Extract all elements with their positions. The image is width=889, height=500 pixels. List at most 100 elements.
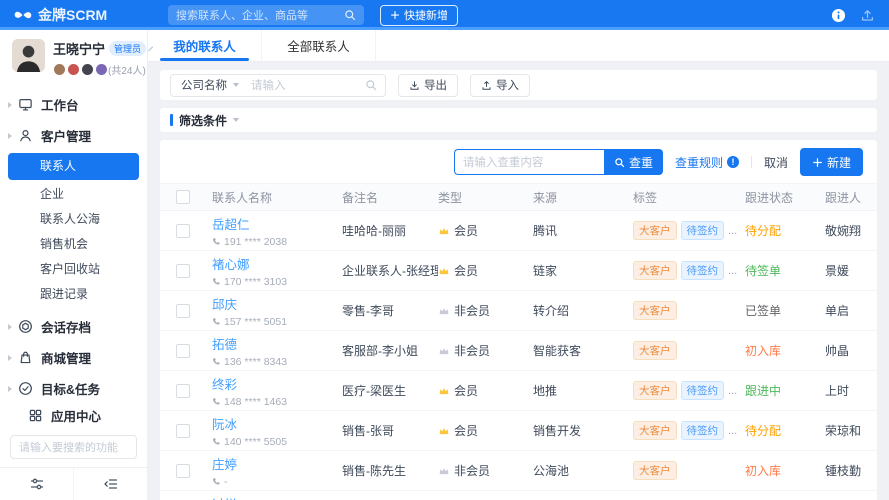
contact-name-link[interactable]: 拓德 xyxy=(212,338,237,352)
help-info-icon[interactable] xyxy=(831,8,846,23)
shopping-bag-icon xyxy=(18,350,33,365)
sidebar-subitem-item[interactable]: 企业 xyxy=(0,182,147,207)
row-checkbox[interactable] xyxy=(176,304,190,318)
filter-conditions-toggle[interactable]: 筛选条件 xyxy=(160,108,877,132)
sidebar-subitem-active[interactable]: 联系人 xyxy=(8,153,139,180)
sidebar-subitem-item[interactable]: 客户回收站 xyxy=(0,257,147,282)
tag-pill: 大客户 xyxy=(633,341,677,360)
upload-icon[interactable] xyxy=(860,8,875,23)
team-member-avatar xyxy=(67,63,80,76)
row-checkbox[interactable] xyxy=(176,344,190,358)
tags-cell: 大客户 xyxy=(633,461,745,480)
tag-pill: 待签约 xyxy=(681,381,725,400)
table-row[interactable]: 终彩148 **** 1463医疗-梁医生会员地推大客户待签约...跟进中上时 xyxy=(160,371,877,411)
contact-name-link[interactable]: 阮冰 xyxy=(212,418,237,432)
field-selector-dropdown[interactable]: 公司名称 xyxy=(171,77,243,93)
expand-arrow-icon xyxy=(8,133,12,139)
main-content: 我的联系人 全部联系人 公司名称 请输入 导出 导入 xyxy=(148,30,889,500)
tag-pill: 大客户 xyxy=(633,221,677,240)
tag-pill: 大客户 xyxy=(633,301,677,320)
sidebar-subitem-item[interactable]: 联系人公海 xyxy=(0,207,147,232)
contact-name-link[interactable]: 终彩 xyxy=(212,378,237,392)
target-check-icon xyxy=(18,381,33,396)
select-all-checkbox[interactable] xyxy=(176,190,190,204)
menu-settings-button[interactable] xyxy=(0,468,73,500)
contact-phone: 170 **** 3103 xyxy=(212,276,342,288)
contact-phone: 140 **** 5505 xyxy=(212,436,342,448)
table-row[interactable]: 过悦132 **** 9637房地产-张会员来源大客户待签约...已签单吉聪媛 xyxy=(160,491,877,500)
remark-name: 客服部-李小姐 xyxy=(342,342,438,359)
member-type: 非会员 xyxy=(438,462,533,479)
search-icon[interactable] xyxy=(365,79,377,91)
remark-name: 医疗-梁医生 xyxy=(342,382,438,399)
follow-status: 待签单 xyxy=(745,262,825,279)
row-checkbox[interactable] xyxy=(176,264,190,278)
import-icon xyxy=(481,80,492,91)
expand-arrow-icon xyxy=(8,102,12,108)
dedupe-check-button[interactable]: 查重 xyxy=(604,149,663,175)
field-search-input[interactable]: 请输入 xyxy=(243,77,365,93)
export-button[interactable]: 导出 xyxy=(398,74,458,97)
contact-phone: - xyxy=(212,476,342,488)
create-new-button[interactable]: 新建 xyxy=(800,148,863,176)
sidebar-item-mall-management[interactable]: 商城管理 xyxy=(0,342,147,373)
tag-pill: 大客户 xyxy=(633,461,677,480)
import-button[interactable]: 导入 xyxy=(470,74,530,97)
dedupe-search-input[interactable]: 请输入查重内容 xyxy=(454,149,604,175)
table-row[interactable]: 邱庆157 **** 5051零售-李哥非会员转介绍大客户已签单单启 xyxy=(160,291,877,331)
source: 腾讯 xyxy=(533,222,633,239)
function-search-input[interactable]: 请输入要搜索的功能 xyxy=(10,435,137,459)
row-checkbox[interactable] xyxy=(176,224,190,238)
source: 公海池 xyxy=(533,462,633,479)
sidebar-subitem-item[interactable]: 跟进记录 xyxy=(0,282,147,307)
tab-all-contacts[interactable]: 全部联系人 xyxy=(262,30,376,61)
member-type: 会员 xyxy=(438,382,533,399)
contact-name-link[interactable]: 岳超仁 xyxy=(212,218,250,232)
sidebar-subitem-item[interactable]: 销售机会 xyxy=(0,232,147,257)
tab-my-contacts[interactable]: 我的联系人 xyxy=(148,30,262,61)
remark-name: 哇哈哈-丽丽 xyxy=(342,222,438,239)
table-row[interactable]: 阮冰140 **** 5505销售-张哥会员销售开发大客户待签约...待分配荣琼… xyxy=(160,411,877,451)
follower: 敬婉翔 xyxy=(825,222,861,239)
quick-add-label: 快捷新增 xyxy=(404,7,448,23)
tags-cell: 大客户 xyxy=(633,301,745,320)
table-row[interactable]: 庄婷-销售-陈先生非会员公海池大客户初入库锺枝勤 xyxy=(160,451,877,491)
table-row[interactable]: 拓德136 **** 8343客服部-李小姐非会员智能获客大客户初入库帅晶 xyxy=(160,331,877,371)
contact-name-link[interactable]: 褚心娜 xyxy=(212,258,250,272)
crown-icon xyxy=(438,305,450,317)
member-type: 会员 xyxy=(438,222,533,239)
row-checkbox[interactable] xyxy=(176,424,190,438)
sidebar-item-conversation-archive[interactable]: 会话存档 xyxy=(0,311,147,342)
workbench-icon xyxy=(18,97,33,112)
archive-box-icon xyxy=(18,319,33,334)
global-search-input[interactable]: 搜索联系人、企业、商品等 xyxy=(168,5,364,25)
logo-icon xyxy=(14,8,32,22)
sidebar-item-app-center[interactable]: 应用中心 xyxy=(0,401,147,429)
contact-name-link[interactable]: 庄婷 xyxy=(212,458,237,472)
contact-name-link[interactable]: 邱庆 xyxy=(212,298,237,312)
follower: 锺枝勤 xyxy=(825,462,861,479)
crown-icon xyxy=(438,345,450,357)
collapse-sidebar-button[interactable] xyxy=(73,468,147,500)
source: 转介绍 xyxy=(533,302,633,319)
sidebar-item-customer-management[interactable]: 客户管理 xyxy=(0,120,147,151)
contact-phone: 191 **** 2038 xyxy=(212,236,342,248)
contact-phone: 157 **** 5051 xyxy=(212,316,342,328)
table-row[interactable]: 岳超仁191 **** 2038哇哈哈-丽丽会员腾讯大客户待签约...待分配敬婉… xyxy=(160,211,877,251)
tags-overflow-ellipsis: ... xyxy=(728,385,737,397)
dedupe-rules-link[interactable]: 查重规则 ! xyxy=(675,154,739,171)
row-checkbox[interactable] xyxy=(176,384,190,398)
user-profile-block[interactable]: 王晓宁宁 管理员 (共24人) xyxy=(0,30,147,81)
sidebar-item-goals-tasks[interactable]: 目标&任务 xyxy=(0,373,147,401)
quick-add-button[interactable]: 快捷新增 xyxy=(380,5,458,26)
sidebar-item-workbench[interactable]: 工作台 xyxy=(0,89,147,120)
follow-status: 待分配 xyxy=(745,422,825,439)
table-header-row: 联系人名称 备注名 类型 来源 标签 跟进状态 跟进人 xyxy=(160,183,877,211)
chevron-down-icon xyxy=(233,83,239,87)
tag-pill: 待签约 xyxy=(681,221,725,240)
table-row[interactable]: 褚心娜170 **** 3103企业联系人-张经理会员链家大客户待签约...待签… xyxy=(160,251,877,291)
search-icon xyxy=(614,157,625,168)
row-checkbox[interactable] xyxy=(176,464,190,478)
phone-icon xyxy=(212,237,221,246)
cancel-button[interactable]: 取消 xyxy=(764,154,788,171)
